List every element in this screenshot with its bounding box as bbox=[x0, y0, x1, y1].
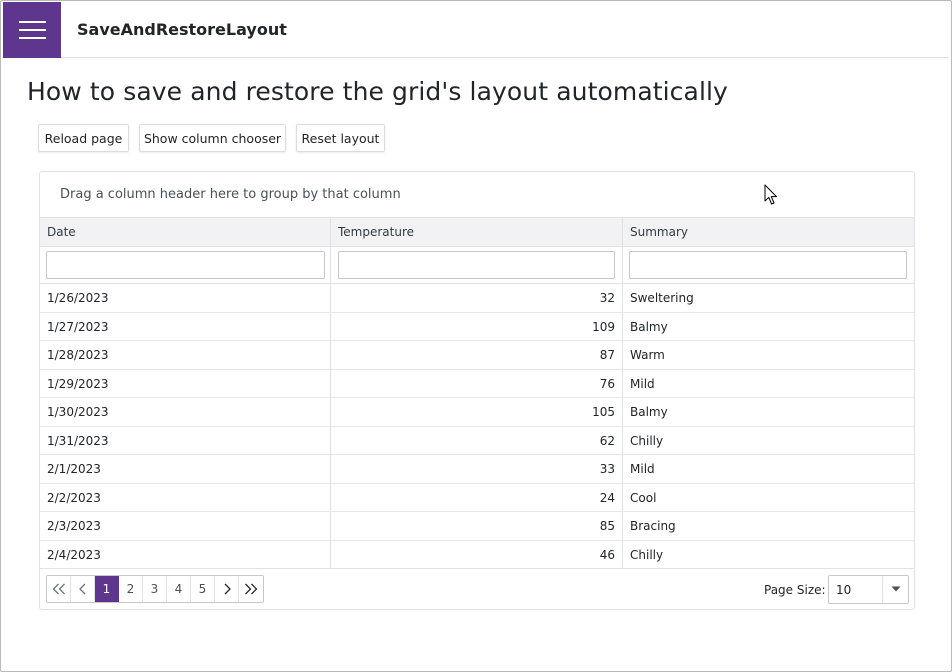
temperature-cell[interactable]: 24 bbox=[331, 483, 623, 511]
first-page-button[interactable] bbox=[47, 576, 71, 602]
temperature-cell[interactable]: 109 bbox=[331, 312, 623, 340]
menu-icon-line bbox=[19, 37, 46, 39]
next-page-icon bbox=[224, 583, 231, 595]
temperature-cell[interactable]: 105 bbox=[331, 398, 623, 426]
summary-cell[interactable]: Cool bbox=[623, 484, 914, 512]
reset-layout-button[interactable]: Reset layout bbox=[296, 124, 385, 152]
table-row[interactable]: 1/30/2023 105 Balmy bbox=[40, 398, 914, 427]
top-bar: SaveAndRestoreLayout bbox=[2, 2, 949, 58]
prev-page-button[interactable] bbox=[71, 576, 95, 602]
prev-page-icon bbox=[78, 583, 85, 595]
table-row[interactable]: 2/2/2023 24 Cool bbox=[40, 483, 914, 512]
temperature-cell[interactable]: 32 bbox=[331, 284, 623, 312]
temperature-cell[interactable]: 76 bbox=[331, 369, 623, 397]
filter-cell-date bbox=[40, 247, 331, 283]
menu-icon bbox=[19, 21, 46, 23]
summary-cell[interactable]: Chilly bbox=[623, 541, 914, 569]
summary-cell[interactable]: Bracing bbox=[623, 512, 914, 540]
page-size-value: 10 bbox=[836, 583, 852, 597]
menu-icon-line bbox=[19, 29, 46, 31]
date-cell[interactable]: 1/30/2023 bbox=[40, 398, 331, 426]
column-header-summary[interactable]: Summary bbox=[623, 218, 914, 246]
temperature-cell[interactable]: 87 bbox=[331, 341, 623, 369]
page-button-1[interactable]: 1 bbox=[95, 576, 119, 602]
date-cell[interactable]: 1/28/2023 bbox=[40, 341, 331, 369]
last-page-icon bbox=[245, 583, 258, 595]
pager: 1 2 3 4 5 bbox=[46, 575, 264, 603]
date-cell[interactable]: 2/4/2023 bbox=[40, 540, 331, 568]
date-cell[interactable]: 1/29/2023 bbox=[40, 369, 331, 397]
first-page-icon bbox=[52, 583, 65, 595]
table-row[interactable]: 2/3/2023 85 Bracing bbox=[40, 512, 914, 541]
show-column-chooser-button[interactable]: Show column chooser bbox=[139, 124, 286, 152]
dropdown-arrow-icon bbox=[891, 586, 901, 592]
menu-button[interactable] bbox=[3, 2, 61, 58]
date-cell[interactable]: 1/27/2023 bbox=[40, 312, 331, 340]
summary-cell[interactable]: Mild bbox=[623, 455, 914, 483]
filter-cell-summary bbox=[623, 247, 914, 283]
temperature-cell[interactable]: 62 bbox=[331, 426, 623, 454]
grid-rows: 1/26/2023 32 Sweltering 1/27/2023 109 Ba… bbox=[40, 284, 914, 569]
table-row[interactable]: 1/26/2023 32 Sweltering bbox=[40, 284, 914, 313]
table-row[interactable]: 1/31/2023 62 Chilly bbox=[40, 426, 914, 455]
temperature-cell[interactable]: 85 bbox=[331, 512, 623, 540]
date-cell[interactable]: 1/26/2023 bbox=[40, 284, 331, 312]
temperature-cell[interactable]: 46 bbox=[331, 540, 623, 568]
filter-row bbox=[40, 247, 914, 284]
summary-cell[interactable]: Balmy bbox=[623, 313, 914, 341]
page-size-select[interactable]: 10 bbox=[828, 575, 909, 604]
date-filter-input[interactable] bbox=[46, 251, 325, 279]
summary-cell[interactable]: Warm bbox=[623, 341, 914, 369]
table-row[interactable]: 2/4/2023 46 Chilly bbox=[40, 540, 914, 569]
page-button-5[interactable]: 5 bbox=[191, 576, 215, 602]
table-row[interactable]: 1/27/2023 109 Balmy bbox=[40, 312, 914, 341]
summary-filter-input[interactable] bbox=[629, 251, 907, 279]
table-row[interactable]: 2/1/2023 33 Mild bbox=[40, 455, 914, 484]
reload-page-button[interactable]: Reload page bbox=[38, 124, 129, 152]
temperature-cell[interactable]: 33 bbox=[331, 455, 623, 483]
data-grid: Drag a column header here to group by th… bbox=[39, 171, 915, 610]
temperature-filter-input[interactable] bbox=[338, 251, 615, 279]
mouse-cursor-icon bbox=[764, 184, 777, 205]
summary-cell[interactable]: Sweltering bbox=[623, 284, 914, 312]
summary-cell[interactable]: Mild bbox=[623, 370, 914, 398]
date-cell[interactable]: 1/31/2023 bbox=[40, 426, 331, 454]
last-page-button[interactable] bbox=[239, 576, 263, 602]
summary-cell[interactable]: Chilly bbox=[623, 427, 914, 455]
grid-header-row: Date Temperature Summary bbox=[40, 217, 914, 247]
date-cell[interactable]: 2/2/2023 bbox=[40, 483, 331, 511]
table-row[interactable]: 1/28/2023 87 Warm bbox=[40, 341, 914, 370]
filter-cell-temperature bbox=[331, 247, 623, 283]
page-title: How to save and restore the grid's layou… bbox=[27, 77, 728, 106]
page-size-label: Page Size: bbox=[764, 583, 826, 597]
date-cell[interactable]: 2/3/2023 bbox=[40, 512, 331, 540]
page-size-dropdown-button[interactable] bbox=[882, 576, 908, 603]
page-button-3[interactable]: 3 bbox=[143, 576, 167, 602]
next-page-button[interactable] bbox=[215, 576, 239, 602]
page-button-2[interactable]: 2 bbox=[119, 576, 143, 602]
page-button-4[interactable]: 4 bbox=[167, 576, 191, 602]
table-row[interactable]: 1/29/2023 76 Mild bbox=[40, 369, 914, 398]
date-cell[interactable]: 2/1/2023 bbox=[40, 455, 331, 483]
summary-cell[interactable]: Balmy bbox=[623, 398, 914, 426]
group-panel[interactable]: Drag a column header here to group by th… bbox=[40, 172, 914, 218]
column-header-temperature[interactable]: Temperature bbox=[331, 218, 623, 246]
column-header-date[interactable]: Date bbox=[40, 218, 331, 246]
app-title: SaveAndRestoreLayout bbox=[77, 20, 287, 39]
